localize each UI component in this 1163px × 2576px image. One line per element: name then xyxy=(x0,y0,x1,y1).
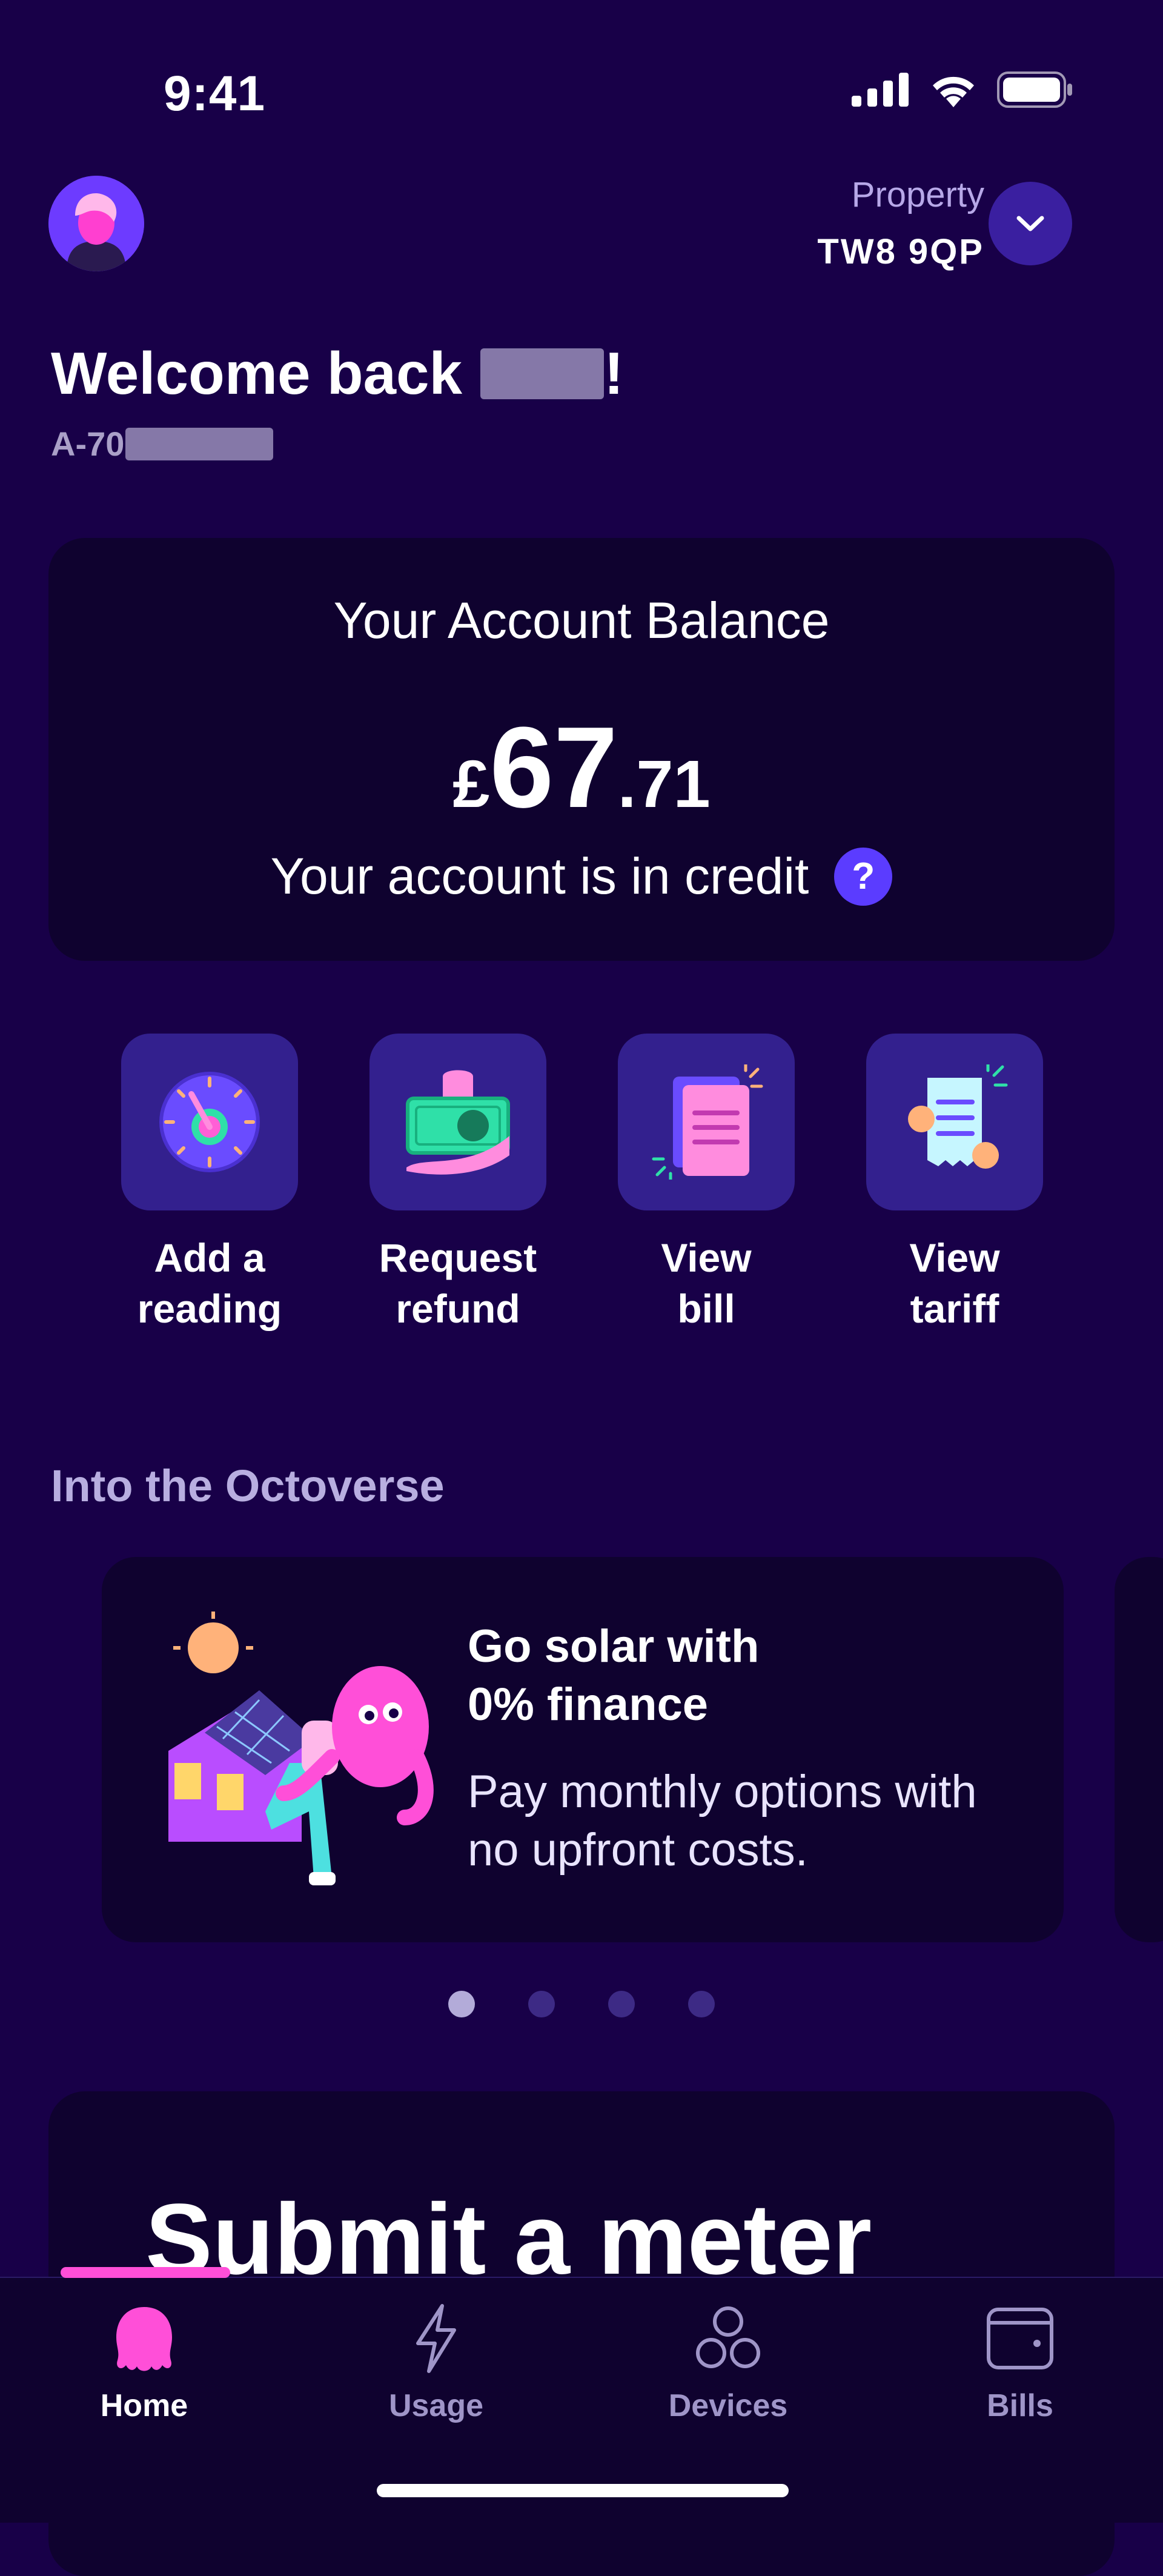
balance-whole: 67 xyxy=(489,703,618,832)
property-label: Property xyxy=(851,175,984,214)
balance-amount: £67.71 xyxy=(48,702,1115,834)
balance-status-text: Your account is in credit xyxy=(270,848,809,905)
balance-title: Your Account Balance xyxy=(333,592,830,649)
chevron-down-icon xyxy=(1016,216,1044,231)
nav-home[interactable]: Home xyxy=(35,2278,253,2424)
avatar-illustration-icon xyxy=(48,176,144,271)
request-refund-label: Request refund xyxy=(379,1235,537,1331)
status-time: 9:41 xyxy=(164,66,266,121)
cash-hand-icon xyxy=(406,1070,510,1175)
welcome-text: Welcome back xyxy=(51,340,463,407)
carousel-dot[interactable] xyxy=(448,1991,475,2017)
request-refund-tile[interactable] xyxy=(369,1034,546,1210)
lightning-icon xyxy=(416,2304,456,2373)
property-value[interactable]: TW8 9QP xyxy=(817,231,984,272)
promo-title: Go solar with 0% finance xyxy=(468,1621,760,1730)
bill-document-icon xyxy=(652,1064,763,1180)
devices-icon xyxy=(696,2306,760,2368)
nav-usage[interactable]: Usage xyxy=(327,2278,545,2424)
wallet-icon xyxy=(987,2308,1053,2369)
nav-devices-label: Devices xyxy=(668,2388,788,2423)
battery-icon xyxy=(997,71,1072,108)
carousel-pagination xyxy=(0,1991,1163,2017)
account-number: A-70 xyxy=(51,424,274,463)
octoverse-section-title: Into the Octoverse xyxy=(51,1461,445,1511)
nav-home-label: Home xyxy=(100,2388,188,2423)
request-refund-button[interactable]: Request refund xyxy=(367,1034,549,1334)
redacted-name xyxy=(480,348,605,399)
welcome-heading: Welcome back ! xyxy=(51,339,624,408)
help-icon[interactable]: ? xyxy=(834,847,893,906)
add-reading-button[interactable]: Add a reading xyxy=(119,1034,300,1334)
balance-pence: .71 xyxy=(617,747,711,822)
view-tariff-tile[interactable] xyxy=(866,1034,1043,1210)
next-promo-card[interactable] xyxy=(1115,1557,1163,1942)
redacted-account xyxy=(125,427,274,460)
carousel-dot[interactable] xyxy=(528,1991,555,2017)
carousel-dot[interactable] xyxy=(688,1991,715,2017)
nav-usage-label: Usage xyxy=(388,2388,484,2423)
solar-octopus-illustration-icon xyxy=(168,1612,434,1885)
octopus-icon xyxy=(116,2307,172,2371)
carousel-dot[interactable] xyxy=(608,1991,635,2017)
balance-status: Your account is in credit ? xyxy=(48,847,1115,906)
signal-icon xyxy=(852,73,909,107)
view-bill-tile[interactable] xyxy=(618,1034,795,1210)
home-indicator[interactable] xyxy=(377,2484,789,2497)
nav-bills-label: Bills xyxy=(987,2388,1053,2423)
nav-devices[interactable]: Devices xyxy=(619,2278,837,2424)
nav-bills[interactable]: Bills xyxy=(911,2278,1129,2424)
avatar[interactable] xyxy=(48,176,144,271)
active-tab-indicator xyxy=(61,2267,230,2278)
wifi-icon xyxy=(933,76,974,107)
balance-currency: £ xyxy=(452,747,490,822)
tariff-receipt-icon xyxy=(908,1064,1008,1169)
solar-promo-card[interactable]: Go solar with 0% finance Pay monthly opt… xyxy=(102,1557,1064,1942)
welcome-exclaim: ! xyxy=(604,340,624,407)
status-icons xyxy=(852,71,1072,108)
promo-text: Pay monthly options with no upfront cost… xyxy=(468,1766,977,1876)
view-bill-label: View bill xyxy=(661,1235,752,1331)
view-tariff-button[interactable]: View tariff xyxy=(864,1034,1045,1334)
add-reading-tile[interactable] xyxy=(121,1034,298,1210)
view-bill-button[interactable]: View bill xyxy=(615,1034,797,1334)
account-prefix: A-70 xyxy=(51,425,125,463)
meter-dial-icon xyxy=(159,1072,260,1172)
add-reading-label: Add a reading xyxy=(137,1235,282,1331)
view-tariff-label: View tariff xyxy=(909,1235,1000,1331)
account-balance-card: Your Account Balance £67.71 Your account… xyxy=(48,538,1115,961)
property-dropdown-button[interactable] xyxy=(989,182,1072,265)
